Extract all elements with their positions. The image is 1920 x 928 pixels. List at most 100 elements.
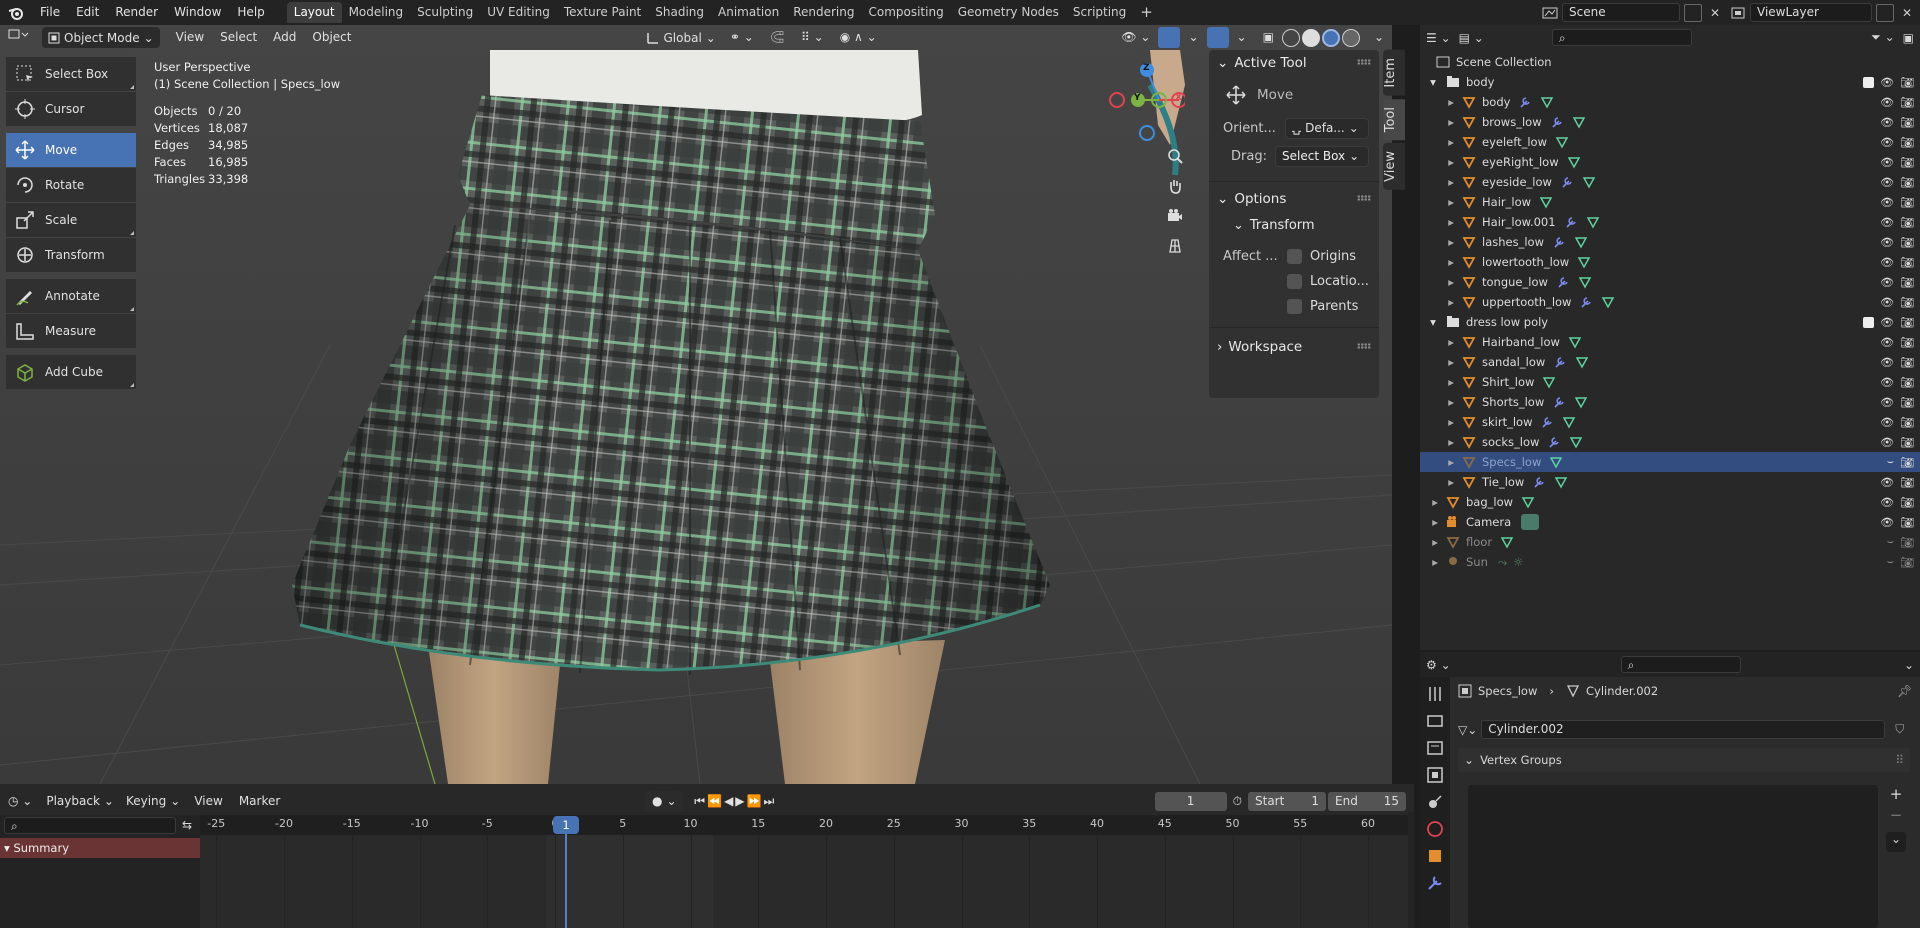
outliner-row-object[interactable]: ▸ Shirt_low 👁︎ 📷︎ xyxy=(1420,372,1920,392)
outliner-editor-type-icon[interactable]: ☰ ⌄ xyxy=(1426,31,1451,45)
tab-layout[interactable]: Layout xyxy=(286,2,342,23)
locations-checkbox[interactable] xyxy=(1287,273,1302,289)
outliner-row-object[interactable]: ▸ Hairband_low 👁︎ 📷︎ xyxy=(1420,332,1920,352)
outliner-row-object[interactable]: ▸ Camera 👁︎ 📷︎ xyxy=(1420,512,1920,532)
camera-icon[interactable]: 📷︎ xyxy=(1900,536,1914,549)
playhead-marker[interactable]: 1 xyxy=(553,816,579,834)
pan-hand-icon[interactable] xyxy=(1163,174,1187,198)
xray-icon[interactable]: ▣ xyxy=(1255,27,1282,48)
scene-selector[interactable]: Scene ✕ xyxy=(1542,3,1724,22)
mesh-data-icon[interactable] xyxy=(1540,95,1554,109)
eye-hidden-icon[interactable]: ⌣ xyxy=(1887,455,1894,469)
vertex-group-specials-icon[interactable]: ⌄ xyxy=(1886,832,1906,852)
eye-icon[interactable]: 👁︎ xyxy=(1880,336,1894,349)
mesh-data-name-field[interactable]: Cylinder.002 xyxy=(1481,720,1886,739)
camera-icon[interactable]: 📷︎ xyxy=(1900,476,1914,489)
prev-keyframe-icon[interactable]: ⏪ xyxy=(707,794,722,809)
drag-handle-icon[interactable] xyxy=(1357,195,1371,201)
menu-select[interactable]: Select xyxy=(212,27,265,48)
parents-checkbox[interactable] xyxy=(1287,298,1302,314)
tab-rendering[interactable]: Rendering xyxy=(786,2,861,23)
current-frame-field[interactable]: 1 xyxy=(1154,791,1227,811)
timeline-editor-type-icon[interactable]: ◷ ⌄ xyxy=(0,791,40,812)
outliner-row-object[interactable]: ▸ Hair_low 👁︎ 📷︎ xyxy=(1420,192,1920,212)
chevron-right-icon[interactable]: ▸ xyxy=(1420,395,1462,409)
eye-icon[interactable]: 👁︎ xyxy=(1880,236,1894,249)
rendered-shading-icon[interactable] xyxy=(1341,28,1360,47)
tool-select-box[interactable]: Select Box xyxy=(6,57,136,91)
camera-icon[interactable]: 📷︎ xyxy=(1900,456,1914,469)
menu-view[interactable]: View xyxy=(168,27,212,48)
eye-icon[interactable]: 👁︎ xyxy=(1880,136,1894,149)
chevron-right-icon[interactable]: ▸ xyxy=(1420,475,1462,489)
perspective-grid-icon[interactable] xyxy=(1163,234,1187,258)
delete-scene-icon[interactable]: ✕ xyxy=(1706,4,1724,22)
outliner-row-scene-collection[interactable]: Scene Collection xyxy=(1420,52,1920,72)
chevron-right-icon[interactable]: ▸ xyxy=(1420,215,1462,229)
display-mode-icon[interactable]: ▤ ⌄ xyxy=(1459,31,1484,45)
chevron-right-icon[interactable]: ▸ xyxy=(1420,95,1462,109)
orientation-dropdown[interactable]: ⍽ Defa... ⌄ xyxy=(1285,117,1369,139)
camera-icon[interactable]: 📷︎ xyxy=(1900,416,1914,429)
play-reverse-icon[interactable]: ◀ xyxy=(724,794,733,809)
tab-view[interactable]: View xyxy=(1383,142,1405,190)
tool-add-cube[interactable]: Add Cube xyxy=(6,355,136,389)
menu-edit[interactable]: Edit xyxy=(68,0,107,25)
mesh-data-icon[interactable] xyxy=(1500,535,1514,549)
chevron-right-icon[interactable]: ▸ xyxy=(1420,355,1462,369)
eye-icon[interactable]: 👁︎ xyxy=(1880,316,1894,329)
solid-shading-icon[interactable] xyxy=(1301,28,1320,47)
modifier-icon[interactable] xyxy=(1550,115,1564,129)
chevron-right-icon[interactable]: ▸ xyxy=(1420,155,1462,169)
shading-dropdown-icon[interactable]: ⌄ xyxy=(1366,27,1392,48)
record-button[interactable]: ● ⌄ xyxy=(646,790,683,812)
drag-handle-icon[interactable] xyxy=(1357,343,1371,349)
fake-user-shield-icon[interactable]: ⛉ xyxy=(1895,722,1904,737)
outliner-row-object[interactable]: ▸ lashes_low 👁︎ 📷︎ xyxy=(1420,232,1920,252)
outliner-row-object[interactable]: ▸ Tie_low 👁︎ 📷︎ xyxy=(1420,472,1920,492)
filter-icon[interactable]: ⏷ ⌄ xyxy=(1871,30,1894,45)
tool-move[interactable]: Move xyxy=(6,133,136,167)
timeline-search-input[interactable]: ⌕ xyxy=(4,816,176,834)
play-icon[interactable]: ▶ xyxy=(735,794,744,809)
timeline-marker-menu[interactable]: Marker xyxy=(231,791,288,812)
add-vertex-group-icon[interactable]: + xyxy=(1886,785,1906,805)
navigation-gizmo[interactable]: Z X Y xyxy=(1105,58,1185,143)
outliner-row-object[interactable]: ▸ sandal_low 👁︎ 📷︎ xyxy=(1420,352,1920,372)
eye-icon[interactable]: 👁︎ xyxy=(1880,256,1894,269)
modifier-icon[interactable] xyxy=(1518,95,1532,109)
timer-icon[interactable]: ⏱ xyxy=(1227,791,1248,812)
new-viewlayer-icon[interactable] xyxy=(1876,3,1894,22)
tool-tab-icon[interactable] xyxy=(1425,684,1445,704)
outliner-row-object[interactable]: ▸ Specs_low ⌣ 📷︎ xyxy=(1420,452,1920,472)
vertex-groups-list[interactable] xyxy=(1468,785,1878,928)
mesh-data-icon[interactable] xyxy=(1582,175,1596,189)
tool-annotate[interactable]: Annotate xyxy=(6,279,136,313)
menu-file[interactable]: File xyxy=(32,0,68,25)
visibility-icon[interactable]: 👁︎ ⌄ xyxy=(1113,27,1158,48)
properties-editor-type-icon[interactable]: ⚙ ⌄ xyxy=(1426,658,1451,672)
chevron-right-icon[interactable]: ▸ xyxy=(1420,435,1462,449)
light-data-icon[interactable]: ☼ xyxy=(1513,555,1523,569)
tool-scale[interactable]: Scale xyxy=(6,203,136,237)
eye-icon[interactable]: 👁︎ xyxy=(1880,376,1894,389)
mesh-data-icon[interactable] xyxy=(1521,495,1535,509)
chevron-right-icon[interactable]: ▸ xyxy=(1420,335,1462,349)
mesh-data-icon[interactable] xyxy=(1555,135,1569,149)
mesh-data-icon[interactable] xyxy=(1549,455,1563,469)
outliner-row-object[interactable]: ▸ brows_low 👁︎ 📷︎ xyxy=(1420,112,1920,132)
chevron-right-icon[interactable]: ▸ xyxy=(1420,455,1462,469)
delete-viewlayer-icon[interactable]: ✕ xyxy=(1898,4,1916,22)
modifier-tab-icon[interactable] xyxy=(1425,873,1445,893)
eye-icon[interactable]: 👁︎ xyxy=(1880,96,1894,109)
modifier-icon[interactable] xyxy=(1564,215,1578,229)
camera-icon[interactable]: 📷︎ xyxy=(1900,376,1914,389)
jump-end-icon[interactable]: ⏭ xyxy=(763,794,774,809)
chevron-right-icon[interactable]: ▸ xyxy=(1420,235,1462,249)
pin-icon[interactable]: 📌︎ xyxy=(1897,684,1912,698)
modifier-icon[interactable] xyxy=(1553,355,1567,369)
chevron-down-icon[interactable]: ▾ xyxy=(1420,315,1446,329)
outliner-row-object[interactable]: ▸ bag_low 👁︎ 📷︎ xyxy=(1420,492,1920,512)
modifier-icon[interactable] xyxy=(1579,295,1593,309)
camera-icon[interactable]: 📷︎ xyxy=(1900,76,1914,89)
